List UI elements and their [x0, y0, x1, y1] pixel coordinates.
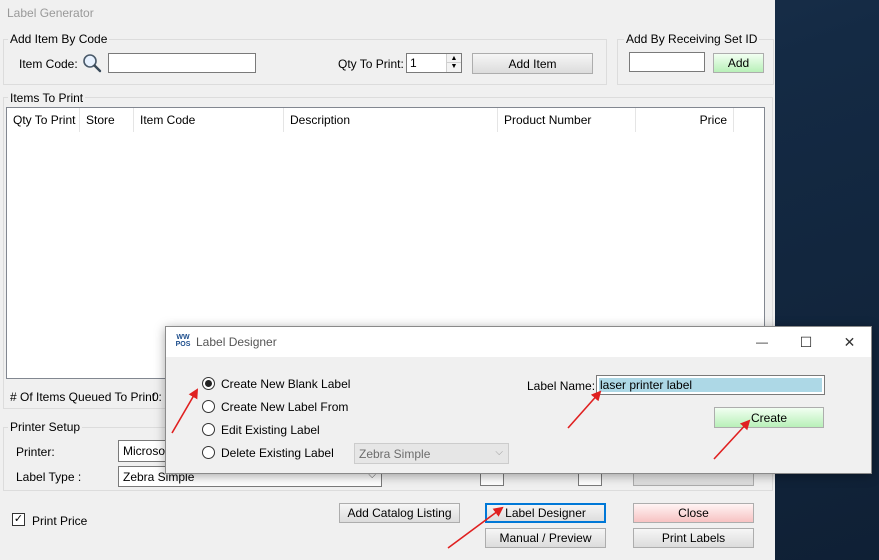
receiving-set-label: Add By Receiving Set ID [624, 32, 760, 46]
option-delete-existing-label: Delete Existing Label [221, 446, 334, 460]
ww-pos-logo-icon: WW POS [175, 334, 191, 348]
qty-spin-buttons[interactable]: ▲ ▼ [446, 54, 461, 72]
dialog-close-icon[interactable]: ✕ [828, 327, 871, 357]
dialog-title-bar[interactable]: WW POS Label Designer — ☐ ✕ [166, 327, 871, 357]
radio-delete-existing[interactable] [202, 446, 215, 459]
label-generator-window: Label Generator Add Item By Code Item Co… [0, 0, 775, 560]
search-icon[interactable] [82, 53, 102, 73]
dialog-title: Label Designer [196, 335, 277, 349]
chevron-down-icon: ⌵ [495, 447, 503, 458]
option-create-new-blank-label: Create New Blank Label [221, 377, 351, 391]
print-price-label: Print Price [32, 514, 88, 528]
label-designer-dialog: WW POS Label Designer — ☐ ✕ Create New B… [165, 326, 872, 474]
manual-preview-button[interactable]: Manual / Preview [485, 528, 606, 548]
column-header-description[interactable]: Description [284, 108, 498, 132]
items-to-print-label: Items To Print [8, 91, 86, 105]
column-header-qty[interactable]: Qty To Print [7, 108, 80, 132]
radio-create-new-blank[interactable] [202, 377, 215, 390]
existing-label-select: Zebra Simple ⌵ [354, 443, 509, 464]
column-header-item-code[interactable]: Item Code [134, 108, 284, 132]
create-button[interactable]: Create [714, 407, 824, 428]
printer-label: Printer: [16, 445, 55, 459]
spin-down-icon[interactable]: ▼ [447, 63, 461, 71]
column-header-price[interactable]: Price [636, 108, 734, 132]
add-catalog-listing-button[interactable]: Add Catalog Listing [339, 503, 460, 523]
add-receiving-button[interactable]: Add [713, 53, 764, 73]
label-name-label: Label Name: [527, 379, 596, 393]
maximize-icon[interactable]: ☐ [784, 327, 828, 357]
print-labels-button[interactable]: Print Labels [633, 528, 754, 548]
item-code-label: Item Code: [19, 57, 78, 71]
label-designer-button[interactable]: Label Designer [485, 503, 606, 523]
window-title: Label Generator [7, 6, 94, 20]
printer-setup-label: Printer Setup [8, 420, 83, 434]
add-item-by-code-label: Add Item By Code [8, 32, 110, 46]
qty-stepper[interactable]: 1 ▲ ▼ [406, 53, 462, 73]
receiving-set-input[interactable] [629, 52, 705, 72]
spin-up-icon[interactable]: ▲ [447, 54, 461, 63]
item-code-input[interactable] [108, 53, 256, 73]
label-name-value: laser printer label [599, 378, 822, 392]
radio-edit-existing[interactable] [202, 423, 215, 436]
print-price-checkbox[interactable]: ✓ [12, 513, 25, 526]
column-header-product-number[interactable]: Product Number [498, 108, 636, 132]
option-edit-existing-label: Edit Existing Label [221, 423, 320, 437]
close-button[interactable]: Close [633, 503, 754, 523]
items-queued-count: 0 [152, 390, 159, 404]
minimize-icon[interactable]: — [740, 327, 784, 357]
items-list-header: Qty To Print Store Item Code Description… [7, 108, 764, 132]
items-queued-label: # Of Items Queued To Print : [10, 390, 162, 404]
option-create-new-from-label: Create New Label From [221, 400, 349, 414]
qty-to-print-label: Qty To Print: [338, 57, 404, 71]
label-type-label: Label Type : [16, 470, 82, 484]
existing-label-value: Zebra Simple [359, 446, 431, 461]
add-item-button[interactable]: Add Item [472, 53, 593, 74]
radio-create-new-from[interactable] [202, 400, 215, 413]
column-header-store[interactable]: Store [80, 108, 134, 132]
qty-value: 1 [410, 56, 417, 70]
label-name-input[interactable]: laser printer label [596, 375, 825, 395]
